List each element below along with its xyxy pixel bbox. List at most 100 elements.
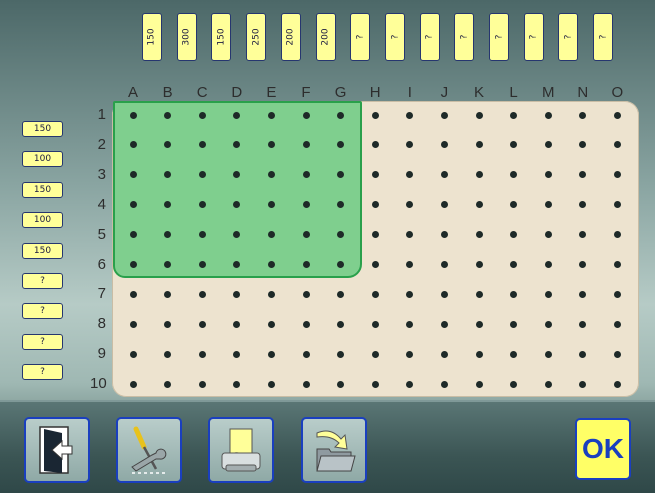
- peg-dot[interactable]: [337, 290, 345, 298]
- column-value-tag[interactable]: 200: [280, 13, 301, 61]
- peg-dot[interactable]: [129, 290, 137, 298]
- peg-dot[interactable]: [544, 380, 552, 388]
- peg-dot[interactable]: [164, 320, 172, 328]
- row-value-tag[interactable]: ?: [22, 333, 63, 350]
- peg-dot[interactable]: [233, 111, 241, 119]
- peg-dot[interactable]: [302, 201, 310, 209]
- peg-dot[interactable]: [544, 171, 552, 179]
- peg-dot[interactable]: [337, 111, 345, 119]
- peg-dot[interactable]: [475, 141, 483, 149]
- peg-dot[interactable]: [406, 111, 414, 119]
- print-button[interactable]: [208, 417, 274, 483]
- peg-dot[interactable]: [267, 261, 275, 268]
- peg-dot[interactable]: [406, 380, 414, 388]
- peg-dot[interactable]: [129, 141, 137, 149]
- peg-dot[interactable]: [371, 290, 379, 298]
- peg-dot[interactable]: [198, 171, 206, 179]
- peg-dot[interactable]: [371, 261, 379, 268]
- peg-dot[interactable]: [164, 290, 172, 298]
- peg-dot[interactable]: [613, 380, 621, 388]
- peg-dot[interactable]: [371, 231, 379, 239]
- peg-dot[interactable]: [164, 380, 172, 388]
- peg-dot[interactable]: [510, 290, 518, 298]
- peg-dot[interactable]: [371, 111, 379, 119]
- peg-dot[interactable]: [475, 231, 483, 239]
- peg-dot[interactable]: [613, 350, 621, 358]
- peg-dot[interactable]: [129, 201, 137, 209]
- peg-dot[interactable]: [198, 261, 206, 268]
- column-value-tag[interactable]: 150: [142, 13, 162, 61]
- peg-dot[interactable]: [129, 171, 137, 179]
- peg-dot[interactable]: [579, 380, 587, 388]
- column-value-tag[interactable]: ?: [523, 13, 544, 61]
- peg-dot[interactable]: [475, 380, 483, 388]
- peg-dot[interactable]: [475, 201, 483, 209]
- peg-dot[interactable]: [510, 111, 518, 119]
- row-value-tag[interactable]: 150: [22, 242, 63, 259]
- peg-dot[interactable]: [302, 111, 310, 119]
- column-value-tag[interactable]: 150: [211, 13, 232, 61]
- peg-dot[interactable]: [302, 141, 310, 149]
- peg-dot[interactable]: [613, 261, 621, 268]
- peg-dot[interactable]: [510, 350, 518, 358]
- peg-dot[interactable]: [302, 380, 310, 388]
- peg-dot[interactable]: [475, 320, 483, 328]
- peg-dot[interactable]: [544, 290, 552, 298]
- peg-dot[interactable]: [302, 171, 310, 179]
- peg-dot[interactable]: [371, 350, 379, 358]
- peg-dot[interactable]: [164, 350, 172, 358]
- peg-dot[interactable]: [129, 320, 137, 328]
- peg-dot[interactable]: [198, 231, 206, 239]
- peg-dot[interactable]: [198, 201, 206, 209]
- row-value-tag[interactable]: 150: [22, 121, 63, 137]
- peg-dot[interactable]: [613, 290, 621, 298]
- column-value-tag[interactable]: ?: [593, 13, 614, 61]
- column-value-tag[interactable]: ?: [384, 13, 405, 61]
- column-value-tag[interactable]: 250: [246, 13, 267, 61]
- peg-dot[interactable]: [475, 290, 483, 298]
- peg-dot[interactable]: [267, 380, 275, 388]
- peg-dot[interactable]: [302, 261, 310, 268]
- peg-dot[interactable]: [371, 380, 379, 388]
- open-button[interactable]: [301, 417, 367, 483]
- peg-dot[interactable]: [440, 290, 448, 298]
- peg-dot[interactable]: [267, 231, 275, 239]
- row-value-tag[interactable]: 100: [22, 212, 63, 229]
- row-value-tag[interactable]: ?: [22, 273, 63, 289]
- row-value-tag[interactable]: 100: [22, 151, 63, 168]
- peg-dot[interactable]: [129, 231, 137, 239]
- peg-dot[interactable]: [475, 171, 483, 179]
- peg-dot[interactable]: [198, 290, 206, 298]
- peg-dot[interactable]: [371, 171, 379, 179]
- peg-dot[interactable]: [475, 350, 483, 358]
- peg-dot[interactable]: [544, 201, 552, 209]
- column-value-tag[interactable]: ?: [558, 13, 579, 61]
- peg-dot[interactable]: [337, 380, 345, 388]
- peg-dot[interactable]: [198, 350, 206, 358]
- peg-dot[interactable]: [164, 111, 172, 119]
- column-value-tag[interactable]: ?: [454, 13, 475, 61]
- peg-dot[interactable]: [440, 380, 448, 388]
- peg-dot[interactable]: [302, 350, 310, 358]
- ok-button[interactable]: OK: [575, 418, 631, 480]
- peg-dot[interactable]: [406, 350, 414, 358]
- column-value-tag[interactable]: ?: [419, 13, 440, 61]
- row-value-tag[interactable]: ?: [22, 303, 63, 320]
- tools-button[interactable]: [116, 417, 182, 483]
- peg-dot[interactable]: [129, 350, 137, 358]
- peg-dot[interactable]: [475, 111, 483, 119]
- peg-dot[interactable]: [233, 380, 241, 388]
- peg-dot[interactable]: [510, 320, 518, 328]
- column-value-tag[interactable]: ?: [489, 13, 509, 61]
- peg-dot[interactable]: [613, 111, 621, 119]
- peg-dot[interactable]: [579, 111, 587, 119]
- peg-dot[interactable]: [267, 320, 275, 328]
- peg-dot[interactable]: [544, 261, 552, 268]
- peg-dot[interactable]: [440, 320, 448, 328]
- peg-dot[interactable]: [129, 261, 137, 268]
- column-value-tag[interactable]: 200: [315, 13, 336, 61]
- peg-dot[interactable]: [302, 290, 310, 298]
- peg-dot[interactable]: [198, 320, 206, 328]
- column-value-tag[interactable]: ?: [350, 13, 371, 61]
- peg-dot[interactable]: [267, 290, 275, 298]
